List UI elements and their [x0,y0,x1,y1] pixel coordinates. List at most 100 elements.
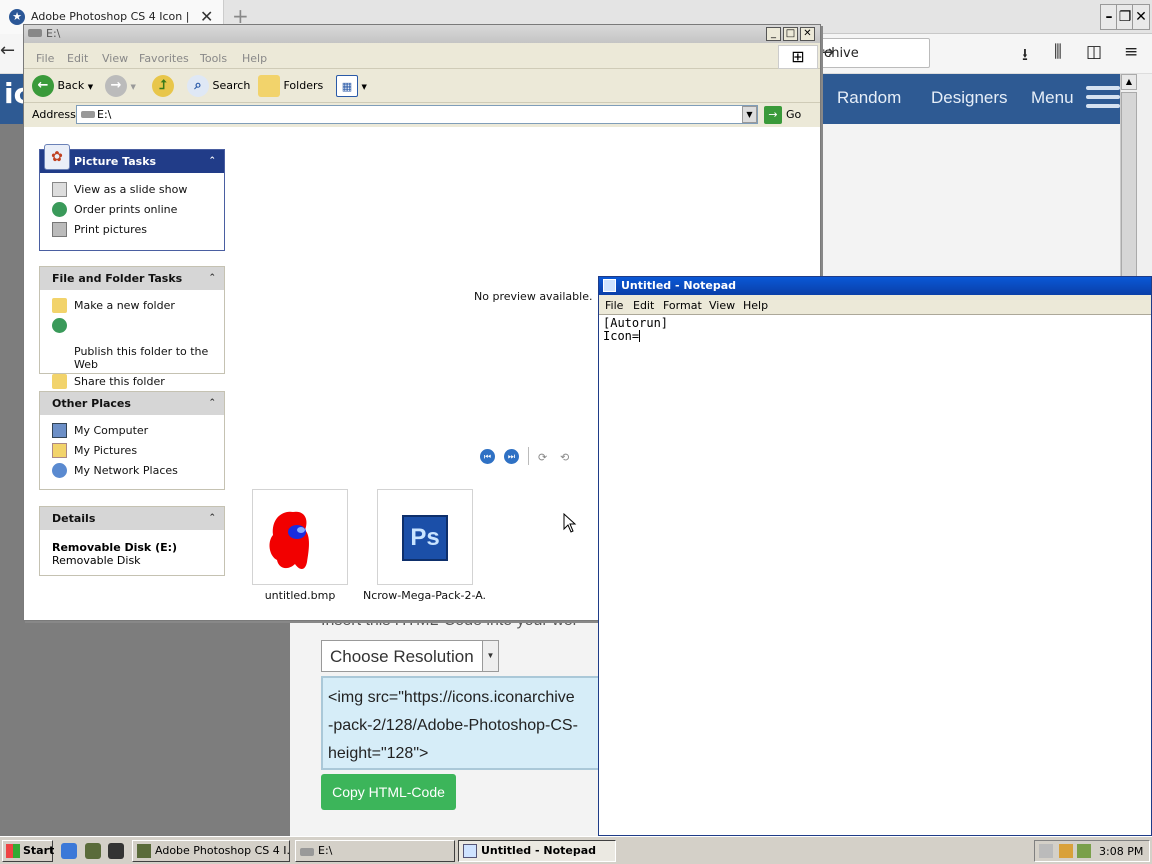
address-field[interactable]: E:\ [76,105,758,124]
task-new-folder[interactable]: Make a new folder [40,298,224,313]
explorer-close-button[interactable]: ✕ [800,27,815,41]
task-share-folder[interactable]: Share this folder [40,374,224,389]
views-button[interactable]: ▦ ▼ [336,69,367,103]
chevron-down-icon[interactable]: ▼ [742,106,757,123]
chevron-down-icon[interactable]: ▼ [88,83,93,91]
new-folder-icon [52,298,67,313]
system-tray: 3:08 PM [1034,840,1150,862]
task-view-slideshow[interactable]: View as a slide show [40,182,224,197]
chevron-down-icon[interactable]: ▼ [131,83,136,91]
clock[interactable]: 3:08 PM [1099,845,1143,858]
nav-designers[interactable]: Designers [931,88,1008,108]
browser-tab-title: Adobe Photoshop CS 4 Icon | Mec [31,10,191,23]
library-icon[interactable]: ⫼ [1054,42,1062,62]
thumbnail-untitled-bmp[interactable] [252,489,348,585]
menu-favorites[interactable]: Favorites [139,52,189,65]
html-code-textarea[interactable]: <img src="https://icons.iconarchive -pac… [321,676,600,770]
task-label: Adobe Photoshop CS 4 I... [155,844,290,857]
chevron-down-icon[interactable]: ▼ [482,641,498,671]
notepad-menu-edit[interactable]: Edit [633,299,654,312]
back-button[interactable]: ← Back ▼ [32,69,93,103]
site-logo[interactable]: ic ar [0,74,24,124]
folders-button[interactable]: Folders [258,69,323,103]
place-my-pictures[interactable]: My Pictures [40,443,224,458]
drive-icon [81,111,95,118]
browser-close-button[interactable]: ✕ [1132,4,1150,30]
menu-tools[interactable]: Tools [200,52,227,65]
rotate-clockwise-icon[interactable]: ⟳ [538,451,547,464]
explorer-minimize-button[interactable]: _ [766,27,781,41]
file-label[interactable]: untitled.bmp [238,589,362,602]
back-arrow-icon: ← [32,75,54,97]
task-print-pictures[interactable]: Print pictures [40,222,224,237]
notepad-text-area[interactable]: [Autorun] Icon= [603,317,1143,827]
other-places-header[interactable]: Other Places ⌃ [40,392,224,415]
menu-view[interactable]: View [102,52,128,65]
forward-button[interactable]: → ▼ [105,69,136,103]
place-my-computer[interactable]: My Computer [40,423,224,438]
windows-flag-icon [6,844,20,858]
explorer-maximize-button[interactable]: □ [783,27,798,41]
up-folder-button[interactable]: ⮥ [152,69,174,103]
sidebar-icon[interactable]: ◫ [1086,42,1102,62]
thumbnail-photoshop-icon[interactable]: Ps [377,489,473,585]
copy-html-button[interactable]: Copy HTML-Code [321,774,456,810]
hamburger-menu-icon[interactable]: ≡ [1124,42,1138,62]
slideshow-icon [52,182,67,197]
picture-tasks-panel: ✿ Picture Tasks ⌃ View as a slide show O… [39,144,225,251]
site-menu-icon[interactable] [1086,86,1120,112]
previous-image-icon[interactable]: ⏮ [480,449,495,464]
tools-tray-icon[interactable] [1059,844,1073,858]
ie-quicklaunch-icon[interactable] [61,843,77,859]
menu-help[interactable]: Help [242,52,267,65]
explorer-title-bar[interactable]: E:\ _ □ ✕ [24,25,820,43]
nav-random[interactable]: Random [837,88,901,108]
chevron-down-icon[interactable]: ▼ [362,83,367,91]
place-my-network[interactable]: My Network Places [40,463,224,478]
collapse-icon[interactable]: ⌃ [208,507,216,530]
downloads-icon[interactable]: ⭳ [1022,42,1028,71]
network-icon [52,463,67,478]
task-order-prints[interactable]: Order prints online [40,202,224,217]
task-publish-web[interactable]: Publish this folder to the Web [40,318,224,371]
file-label[interactable]: Ncrow-Mega-Pack-2-A... [363,589,487,602]
task-photoshop-firefox[interactable]: Adobe Photoshop CS 4 I... [132,840,290,862]
notepad-menu-help[interactable]: Help [743,299,768,312]
resolution-select[interactable]: Choose Resolution ▼ [321,640,499,672]
notepad-menu-view[interactable]: View [709,299,735,312]
media-quicklaunch-icon[interactable] [108,843,124,859]
notepad-menu-format[interactable]: Format [663,299,702,312]
url-bar[interactable]: rchive → [810,38,930,68]
explorer-title: E:\ [46,27,61,40]
notepad-menu-file[interactable]: File [605,299,623,312]
notepad-title-bar[interactable]: Untitled - Notepad [599,277,1151,295]
nav-menu[interactable]: Menu [1031,88,1074,108]
next-image-icon[interactable]: ⏭ [504,449,519,464]
keyboard-tray-icon[interactable] [1039,844,1053,858]
start-button[interactable]: Start [2,840,54,862]
go-arrow-icon[interactable]: → [819,42,923,63]
scroll-thumb[interactable] [1121,92,1137,302]
collapse-icon[interactable]: ⌃ [208,267,216,290]
rotate-counterclockwise-icon[interactable]: ⟲ [560,451,569,464]
file-folder-tasks-header[interactable]: File and Folder Tasks ⌃ [40,267,224,290]
go-button[interactable]: → Go [764,105,801,125]
browser-back-icon[interactable]: ← [0,40,22,68]
menu-edit[interactable]: Edit [67,52,88,65]
share-folder-icon [52,374,67,389]
picture-tasks-header[interactable]: ✿ Picture Tasks ⌃ [40,144,224,173]
drive-icon [28,29,42,37]
scroll-up-icon[interactable]: ▲ [1121,74,1137,90]
app-quicklaunch-icon[interactable] [85,843,101,859]
task-label: Print pictures [74,223,147,236]
menu-file[interactable]: File [36,52,54,65]
viewer-divider [528,447,529,465]
other-places-title: Other Places [52,397,131,410]
task-explorer[interactable]: E:\ [295,840,455,862]
search-button[interactable]: ⌕ Search [187,69,250,103]
collapse-icon[interactable]: ⌃ [208,392,216,415]
task-notepad[interactable]: Untitled - Notepad [458,840,616,862]
details-header[interactable]: Details ⌃ [40,507,224,530]
security-tray-icon[interactable] [1077,844,1091,858]
collapse-icon[interactable]: ⌃ [208,150,216,173]
